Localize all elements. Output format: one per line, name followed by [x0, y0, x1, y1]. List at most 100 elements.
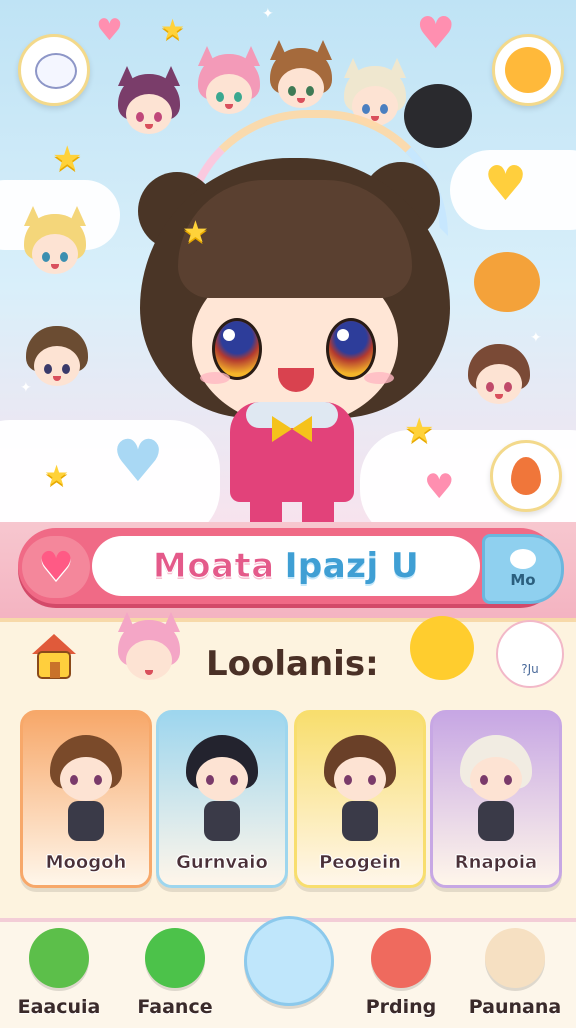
eye [362, 104, 370, 114]
nav-item[interactable]: Paunana [460, 924, 570, 1024]
character-card[interactable]: Peogein [294, 710, 426, 888]
star-icon: ★ [44, 459, 70, 492]
eye [206, 775, 214, 785]
heart-icon: ♥ [416, 8, 456, 59]
eye [380, 104, 388, 114]
friend-chibi[interactable] [24, 326, 90, 392]
bangs [178, 180, 412, 298]
star-icon: ★ [160, 13, 186, 46]
name-part-2: Ipazj U [284, 546, 420, 586]
badge-text: ?Ju [521, 662, 539, 676]
emote-button[interactable] [492, 34, 564, 106]
blush [200, 372, 230, 384]
pink-cat-chibi [116, 612, 182, 686]
eye [70, 775, 78, 785]
character-name: Rnapoia [454, 852, 538, 874]
house-icon [32, 634, 76, 679]
character-portrait [320, 735, 400, 845]
face [334, 757, 386, 801]
eye [504, 382, 512, 392]
friend-chibi[interactable] [466, 344, 532, 410]
smiley-icon [505, 47, 551, 93]
nav-label: Prding [365, 996, 437, 1018]
eye [136, 112, 144, 122]
fire-button[interactable] [490, 440, 562, 512]
main-character[interactable]: ★ [130, 140, 460, 522]
eye-left [212, 318, 262, 380]
face [470, 757, 522, 801]
heart-icon: ♥ [38, 544, 74, 590]
eye [154, 112, 162, 122]
orange-cat-icon[interactable] [474, 252, 540, 312]
legs [250, 496, 334, 522]
eye [234, 92, 242, 102]
eye [216, 92, 224, 102]
nav-item[interactable] [232, 916, 342, 1024]
character-card[interactable]: Gurnvaio [156, 710, 288, 888]
outfit [478, 801, 514, 841]
friend-chibi[interactable] [116, 66, 182, 140]
bubble-face-icon [244, 916, 334, 1006]
character-name: Peogein [319, 852, 401, 874]
black-bear-icon[interactable] [404, 84, 472, 148]
nav-item[interactable]: Eaacuia [4, 924, 114, 1024]
face [196, 757, 248, 801]
eye [368, 775, 376, 785]
profile-label: Mo [510, 571, 536, 589]
ghost-badge[interactable]: ?Ju [496, 620, 564, 688]
character-scene: ★ ★ ★ ★ ♥ ♥ ♥ ♥ ♥ ✦ ✦ ✦ ★ [0, 0, 576, 522]
character-name-field[interactable]: Moata Ipazj U [92, 536, 480, 596]
sparkle-icon: ✦ [262, 6, 274, 22]
eye [344, 775, 352, 785]
outfit [204, 801, 240, 841]
heart-icon: ♥ [96, 13, 123, 48]
character-name: Moogoh [45, 852, 127, 874]
character-name: Gurnvaio [176, 852, 268, 874]
face [60, 757, 112, 801]
friend-chibi[interactable] [196, 46, 262, 120]
friend-chibi[interactable] [22, 206, 88, 280]
eye-right [326, 318, 376, 380]
profile-button[interactable]: Mo [482, 534, 564, 604]
outfit [342, 801, 378, 841]
eye [60, 252, 68, 262]
panel-title: Loolanis: [206, 644, 379, 684]
character-card[interactable]: Moogoh [20, 710, 152, 888]
character-portrait [182, 735, 262, 845]
pet-cat-button[interactable] [18, 34, 90, 106]
nav-label: Paunana [468, 996, 562, 1018]
green-ball-icon [145, 928, 205, 988]
favorite-button[interactable]: ♥ [22, 536, 90, 598]
home-button[interactable] [26, 628, 82, 684]
bear-icon [371, 928, 431, 988]
name-part-1: Moata [152, 546, 275, 587]
nav-item[interactable]: Faance [120, 924, 230, 1024]
nav-label: Faance [137, 996, 213, 1018]
character-portrait [456, 735, 536, 845]
yellow-mascot-icon[interactable] [410, 616, 474, 680]
eye [288, 86, 296, 96]
eye [42, 252, 50, 262]
character-card[interactable]: Rnapoia [430, 710, 562, 888]
outfit [68, 801, 104, 841]
friend-chibi[interactable] [268, 40, 334, 114]
flame-icon [511, 457, 541, 495]
cat-face-icon [510, 549, 536, 569]
dinosaur-icon [29, 928, 89, 988]
collar [246, 402, 338, 428]
eye [62, 364, 70, 374]
nav-item[interactable]: Prding [346, 924, 456, 1024]
hair-clip-star-icon: ★ [182, 215, 209, 250]
character-portrait [46, 735, 126, 845]
heart-icon: ♥ [484, 156, 528, 212]
eye [504, 775, 512, 785]
nav-label: Eaacuia [17, 996, 101, 1018]
eye [94, 775, 102, 785]
eye [306, 86, 314, 96]
blush [364, 372, 394, 384]
cat-face-icon [35, 53, 77, 89]
eye [44, 364, 52, 374]
star-icon: ★ [52, 139, 83, 179]
moon-face-icon [485, 928, 545, 988]
eye [230, 775, 238, 785]
